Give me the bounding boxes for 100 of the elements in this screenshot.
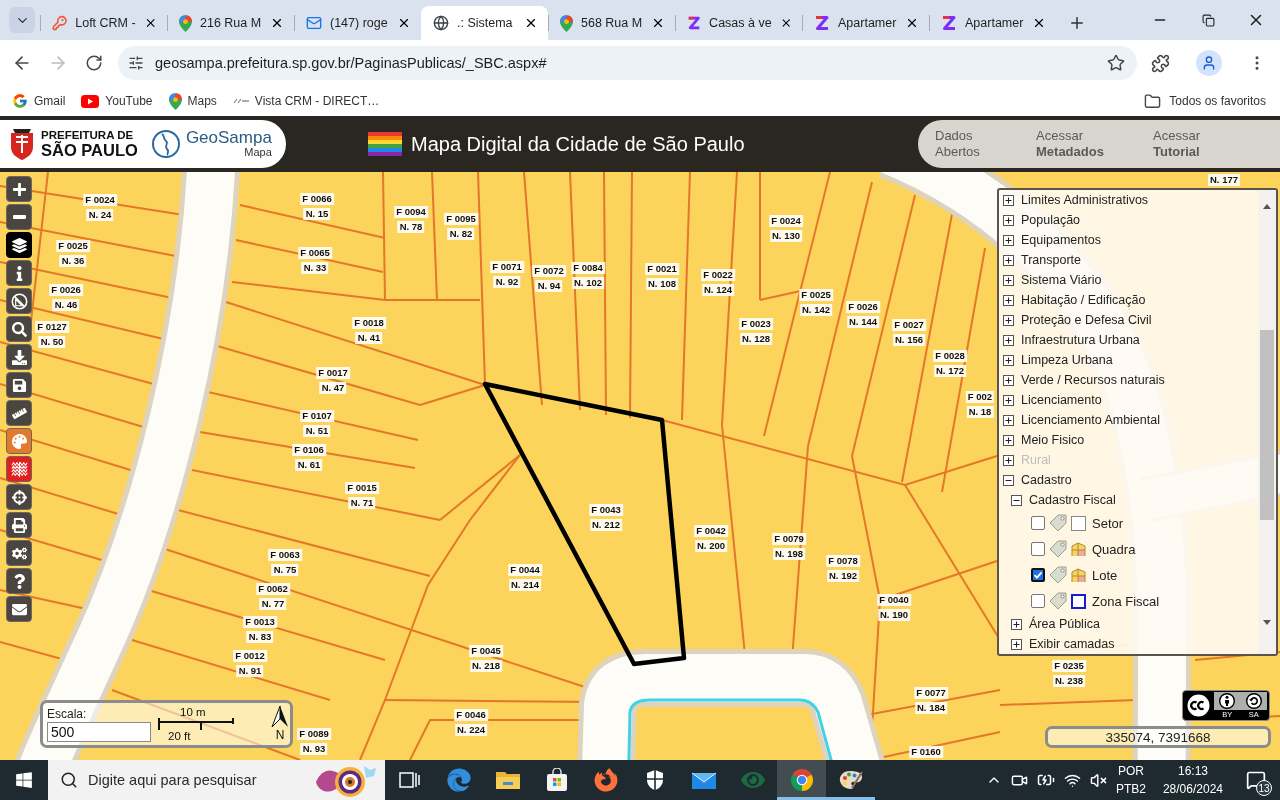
layer-group-label[interactable]: Sistema Viário: [1021, 273, 1102, 287]
zoom-out-button[interactable]: [6, 204, 32, 230]
expand-icon[interactable]: [1003, 294, 1014, 306]
tag-icon[interactable]: [1048, 514, 1068, 532]
search-button[interactable]: [6, 316, 32, 342]
browser-tab[interactable]: .: Sistema: [421, 6, 548, 40]
tab-search-button[interactable]: [9, 7, 35, 33]
shopping-bag-icon[interactable]: [544, 768, 569, 792]
layer-group-label[interactable]: Proteção e Defesa Civil: [1021, 313, 1152, 327]
header-link[interactable]: Acessar Tutorial: [1153, 128, 1200, 160]
zoom-in-button[interactable]: [6, 176, 32, 202]
task-view-icon[interactable]: [398, 770, 421, 790]
expand-icon[interactable]: [1011, 618, 1022, 630]
expand-icon[interactable]: [1003, 274, 1014, 286]
scrollbar-thumb[interactable]: [1260, 330, 1274, 520]
close-icon[interactable]: [524, 16, 538, 30]
layer-group-label[interactable]: Transporte: [1021, 253, 1081, 267]
address-field[interactable]: geosampa.prefeitura.sp.gov.br/PaginasPublicas/_SBC.aspx#: [118, 46, 1137, 80]
browser-tab[interactable]: 216 Rua M: [167, 6, 294, 40]
search-field[interactable]: Digite aqui para pesquisar: [48, 760, 385, 800]
scroll-up-icon[interactable]: [1263, 204, 1271, 209]
close-icon[interactable]: [270, 16, 284, 30]
scroll-down-icon[interactable]: [1263, 620, 1271, 625]
expand-icon[interactable]: [1003, 234, 1014, 246]
layers-button[interactable]: [6, 232, 32, 258]
close-icon[interactable]: [905, 16, 919, 30]
folder-icon[interactable]: [494, 769, 521, 791]
search-input[interactable]: Digite aqui para pesquisar: [88, 768, 304, 792]
layer-group-label[interactable]: Limites Administrativos: [1021, 193, 1149, 207]
expand-icon[interactable]: [1003, 354, 1014, 366]
plus-icon[interactable]: [1068, 14, 1086, 32]
keyboard-layout-text[interactable]: PTB2: [1115, 780, 1146, 798]
save-button[interactable]: [6, 372, 32, 398]
tricolor-circle-icon[interactable]: [789, 768, 814, 792]
language-text[interactable]: POR: [1117, 762, 1144, 780]
crosshair-button[interactable]: [6, 484, 32, 510]
expand-icon[interactable]: [1003, 314, 1014, 326]
expand-icon[interactable]: [1003, 334, 1014, 346]
collapse-icon[interactable]: [1003, 474, 1014, 486]
browser-tab[interactable]: 568 Rua M: [548, 6, 675, 40]
tag-icon[interactable]: [1048, 592, 1068, 610]
scrollbar-track[interactable]: [1258, 190, 1276, 654]
bookmark-link[interactable]: Maps: [187, 94, 217, 108]
print-button[interactable]: [6, 512, 32, 538]
ruler-button[interactable]: [6, 400, 32, 426]
site-settings-icon[interactable]: [128, 55, 144, 71]
close-icon[interactable]: [397, 16, 411, 30]
layer-group-label[interactable]: Habitação / Edificação: [1021, 293, 1146, 307]
layer-group-label[interactable]: Limpeza Urbana: [1021, 353, 1113, 367]
bookmark-link[interactable]: Gmail: [34, 94, 66, 108]
clock-date[interactable]: 28/06/2024: [1162, 780, 1223, 798]
expand-icon[interactable]: [1003, 394, 1014, 406]
bookmark-link[interactable]: Vista CRM - DIRECT…: [254, 94, 380, 108]
restore-icon[interactable]: [1201, 13, 1215, 27]
browser-tab[interactable]: Apartamer: [802, 6, 929, 40]
measure-off-button[interactable]: [6, 288, 32, 314]
expand-icon[interactable]: [1003, 194, 1014, 206]
checkbox[interactable]: [1031, 516, 1045, 530]
collapse-icon[interactable]: [1011, 494, 1022, 506]
browser-tab[interactable]: Apartamer: [929, 6, 1056, 40]
star-icon[interactable]: [1107, 54, 1125, 72]
muted-speaker-icon[interactable]: [1089, 771, 1107, 789]
layer-group-label[interactable]: Licenciamento: [1021, 393, 1102, 407]
checkbox[interactable]: [1031, 568, 1045, 582]
close-icon[interactable]: [1032, 16, 1046, 30]
expand-icon[interactable]: [1003, 414, 1014, 426]
scale-input[interactable]: 500: [47, 721, 151, 742]
envelope-icon[interactable]: [690, 770, 717, 790]
profile-icon[interactable]: [1196, 50, 1222, 76]
start-icon[interactable]: [15, 771, 33, 789]
expand-icon[interactable]: [1003, 214, 1014, 226]
bookmark-link[interactable]: Todos os favoritos: [1169, 94, 1266, 108]
folder-icon[interactable]: [1144, 92, 1162, 110]
tag-icon[interactable]: [1048, 540, 1068, 558]
layer-group-label[interactable]: Licenciamento Ambiental: [1021, 413, 1160, 427]
clock-time[interactable]: 16:13: [1177, 762, 1208, 780]
layer-group-label[interactable]: População: [1021, 213, 1081, 227]
browser-tab[interactable]: (147) roge: [294, 6, 421, 40]
puzzle-icon[interactable]: [1151, 53, 1170, 73]
expand-icon[interactable]: [1011, 638, 1022, 650]
checkbox[interactable]: [1031, 542, 1045, 556]
layer-group-label[interactable]: Cadastro Fiscal: [1029, 493, 1116, 507]
info-button[interactable]: [6, 260, 32, 286]
browser-tab[interactable]: Loft CRM -: [40, 6, 167, 40]
help-button[interactable]: [6, 568, 32, 594]
palette-button[interactable]: [6, 428, 32, 454]
layer-group-label[interactable]: Meio Fisico: [1021, 433, 1085, 447]
settings-button[interactable]: [6, 540, 32, 566]
close-icon[interactable]: [651, 16, 665, 30]
download-button[interactable]: [6, 344, 32, 370]
bookmark-link[interactable]: YouTube: [105, 94, 153, 108]
wave-logo-icon[interactable]: [446, 768, 471, 792]
reload-icon[interactable]: [85, 54, 103, 72]
flame-globe-icon[interactable]: [593, 768, 618, 792]
expand-icon[interactable]: [1003, 374, 1014, 386]
shield-icon[interactable]: [644, 769, 665, 791]
layer-group-label[interactable]: Verde / Recursos naturais: [1021, 373, 1165, 387]
palette-icon[interactable]: [837, 768, 864, 792]
layer-group-label[interactable]: Exibir camadas: [1029, 637, 1115, 651]
mail-button[interactable]: [6, 596, 32, 622]
